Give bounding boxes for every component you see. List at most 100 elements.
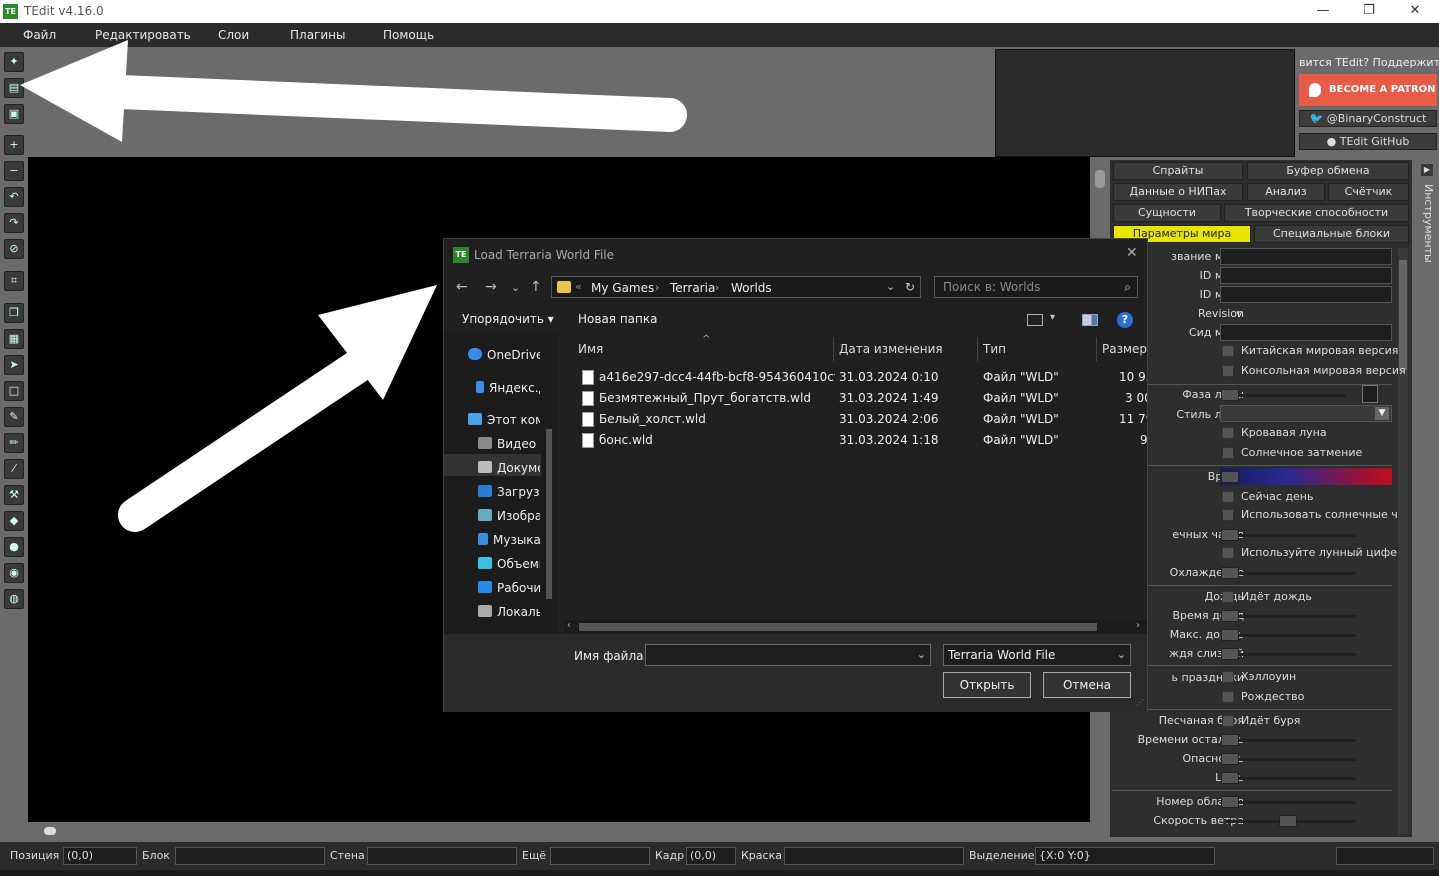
target-slider[interactable] [1226, 777, 1356, 780]
filetype-select[interactable]: Terraria World File ⌄ [943, 644, 1131, 666]
back-button[interactable]: ← [456, 279, 468, 295]
hammer-icon[interactable]: ⚒ [4, 485, 24, 505]
minimap[interactable] [995, 49, 1295, 157]
world-id-2-input[interactable] [1220, 286, 1392, 303]
chevron-down-icon[interactable]: ▾ [1050, 312, 1055, 323]
expand-icon[interactable]: ▶ [1421, 164, 1433, 176]
props-scroll-thumb[interactable] [1399, 260, 1407, 370]
twitter-button[interactable]: 🐦 @BinaryConstruct [1299, 110, 1437, 127]
pencil-icon[interactable]: ✏ [4, 433, 24, 453]
tab-clipboard[interactable]: Буфер обмена [1247, 162, 1409, 180]
christmas-checkbox[interactable] [1222, 691, 1234, 703]
is-day-checkbox[interactable] [1222, 491, 1234, 503]
chinese-checkbox[interactable] [1222, 345, 1234, 357]
tab-counter[interactable]: Счётчик [1328, 183, 1409, 201]
use-moondial-checkbox[interactable] [1222, 547, 1234, 559]
menu-plugins[interactable]: Плагины [290, 28, 345, 42]
file-row[interactable]: a416e297-dcc4-44fb-bcf8-954360410cfb....… [580, 368, 1148, 388]
nav-this-pc[interactable]: Этот комп [468, 413, 540, 427]
danger-knob[interactable] [1221, 753, 1239, 765]
cooldown-slider[interactable] [1226, 572, 1356, 575]
crop-icon[interactable]: ⌗ [4, 271, 24, 291]
forward-button[interactable]: → [485, 279, 497, 295]
recent-locations-button[interactable]: ⌄ [511, 281, 520, 294]
chevron-down-icon[interactable]: ⌄ [886, 280, 895, 293]
clouds-knob[interactable] [1221, 796, 1239, 808]
copy-icon[interactable]: ❐ [4, 303, 24, 323]
dialog-close-button[interactable]: ✕ [1126, 245, 1138, 261]
blood-moon-checkbox[interactable] [1222, 427, 1234, 439]
nav-music[interactable]: Музыка [478, 533, 540, 547]
panel-scroll-thumb[interactable] [1095, 170, 1105, 188]
sundial-slider[interactable] [1226, 534, 1356, 537]
column-type[interactable]: Тип [983, 342, 1006, 356]
column-size[interactable]: Размер [1102, 342, 1147, 356]
menu-layers[interactable]: Слои [218, 28, 249, 42]
max-rain-slider[interactable] [1226, 634, 1356, 637]
time-knob[interactable] [1221, 471, 1239, 483]
cancel-button[interactable]: Отмена [1043, 672, 1131, 698]
moon-phase-box[interactable] [1362, 385, 1378, 403]
console-checkbox[interactable] [1222, 365, 1234, 377]
save-world-icon[interactable]: ▣ [4, 104, 24, 124]
sprite-icon[interactable]: ● [4, 537, 24, 557]
nav-video[interactable]: Видео [478, 437, 540, 451]
max-rain-knob[interactable] [1221, 629, 1239, 641]
open-button[interactable]: Открыть [943, 672, 1031, 698]
slime-rain-slider[interactable] [1226, 653, 1356, 656]
menu-help[interactable]: Помощь [383, 28, 434, 42]
picker-icon[interactable]: ✎ [4, 407, 24, 427]
use-sundial-checkbox[interactable] [1222, 509, 1234, 521]
morph-icon[interactable]: ◉ [4, 563, 24, 583]
clouds-slider[interactable] [1226, 801, 1356, 804]
arrow-tool-icon[interactable]: ➤ [4, 355, 24, 375]
nav-scroll-thumb[interactable] [546, 429, 552, 599]
target-knob[interactable] [1221, 772, 1239, 784]
column-date[interactable]: Дата изменения [839, 342, 943, 356]
zoom-in-icon[interactable]: + [4, 135, 24, 155]
redo-icon[interactable]: ↷ [4, 213, 24, 233]
seed-input[interactable] [1220, 324, 1392, 341]
chevron-down-icon[interactable]: ⌄ [1117, 645, 1126, 665]
scroll-thumb[interactable] [44, 827, 56, 835]
eclipse-checkbox[interactable] [1222, 447, 1234, 459]
help-icon[interactable]: ? [1117, 312, 1133, 328]
world-id-input[interactable] [1220, 267, 1392, 284]
tab-analysis[interactable]: Анализ [1247, 183, 1325, 201]
resize-grip-icon[interactable]: ⋰ [1136, 698, 1144, 707]
file-row[interactable]: Белый_холст.wld 31.03.2024 2:06 Файл "WL… [580, 410, 1148, 430]
is-raining-checkbox[interactable] [1222, 591, 1234, 603]
crumb-terraria[interactable]: Terraria [670, 281, 715, 295]
view-options-icon[interactable] [1027, 314, 1043, 326]
minimize-button[interactable]: — [1300, 0, 1346, 23]
rain-time-slider[interactable] [1226, 615, 1356, 618]
crumb-worlds[interactable]: Worlds [731, 281, 772, 295]
patron-button[interactable]: BECOME A PATRON [1299, 74, 1437, 106]
cooldown-knob[interactable] [1221, 567, 1239, 579]
tab-npc-data[interactable]: Данные о НИПах [1113, 183, 1243, 201]
moon-phase-knob[interactable] [1221, 389, 1239, 401]
nav-pictures[interactable]: Изобра: [478, 509, 540, 523]
nav-local-disk[interactable]: Локальн [478, 605, 540, 619]
time-left-knob[interactable] [1221, 734, 1239, 746]
tab-entities[interactable]: Сущности [1113, 204, 1221, 222]
canvas-hscroll[interactable] [28, 824, 1090, 838]
address-bar[interactable]: « My Games › Terraria › Worlds ⌄ ↻ [551, 276, 921, 298]
nav-desktop[interactable]: Рабочи [478, 581, 540, 595]
world-icon[interactable]: ◍ [4, 589, 24, 609]
tab-special-blocks[interactable]: Специальные блоки [1254, 225, 1409, 243]
is-storm-checkbox[interactable] [1222, 715, 1234, 727]
maximize-button[interactable]: ❐ [1346, 0, 1392, 23]
nav-onedrive[interactable]: OneDrive [468, 348, 540, 362]
slime-rain-knob[interactable] [1221, 648, 1239, 660]
zoom-out-icon[interactable]: − [4, 161, 24, 181]
fill-icon[interactable]: ◆ [4, 511, 24, 531]
nav-downloads[interactable]: Загрузк [478, 485, 540, 499]
file-row[interactable]: Безмятежный_Прут_богатств.wld 31.03.2024… [580, 389, 1148, 409]
files-scroll-thumb[interactable] [579, 623, 1097, 631]
scroll-right-icon[interactable]: › [1136, 620, 1140, 631]
undo-icon[interactable]: ↶ [4, 187, 24, 207]
preview-pane-icon[interactable] [1082, 314, 1098, 326]
tools-side-tab[interactable]: ▶ Инструменты [1418, 160, 1436, 836]
crumb-my-games[interactable]: My Games [591, 281, 654, 295]
